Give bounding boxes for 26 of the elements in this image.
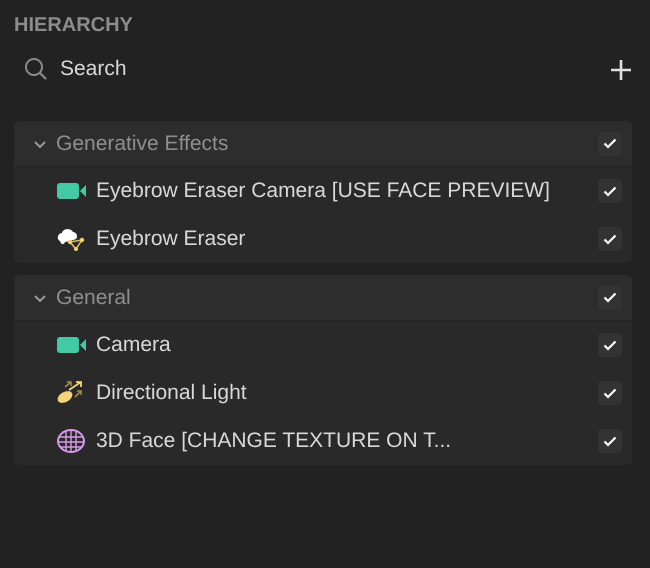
visibility-checkbox[interactable] xyxy=(598,179,622,203)
tree-item[interactable]: Camera xyxy=(96,329,171,361)
check-icon xyxy=(603,234,617,244)
check-icon xyxy=(603,388,617,398)
panel-title: HIERARCHY xyxy=(13,13,134,37)
tree-item[interactable]: Eyebrow Eraser xyxy=(96,223,246,255)
check-icon xyxy=(603,340,617,350)
tree-item[interactable]: Eyebrow Eraser Camera [USE FACE PREVIEW] xyxy=(96,175,550,207)
visibility-checkbox[interactable] xyxy=(598,333,622,357)
tree-item[interactable]: 3D Face [CHANGE TEXTURE ON T... xyxy=(96,425,452,457)
group-label[interactable]: Generative Effects xyxy=(56,128,228,160)
globe-mesh-icon xyxy=(56,429,88,453)
add-button[interactable] xyxy=(610,58,632,80)
visibility-checkbox[interactable] xyxy=(598,429,622,453)
visibility-checkbox[interactable] xyxy=(598,381,622,405)
tree-item[interactable]: Directional Light xyxy=(96,377,247,409)
visibility-checkbox[interactable] xyxy=(598,227,622,251)
check-icon xyxy=(603,436,617,446)
check-icon xyxy=(603,292,617,303)
check-icon xyxy=(603,138,617,149)
check-icon xyxy=(603,186,617,196)
visibility-checkbox[interactable] xyxy=(598,286,622,310)
search-icon xyxy=(24,57,48,81)
group-label[interactable]: General xyxy=(56,282,131,314)
visibility-checkbox[interactable] xyxy=(598,132,622,156)
search-field[interactable]: Search xyxy=(48,53,610,85)
